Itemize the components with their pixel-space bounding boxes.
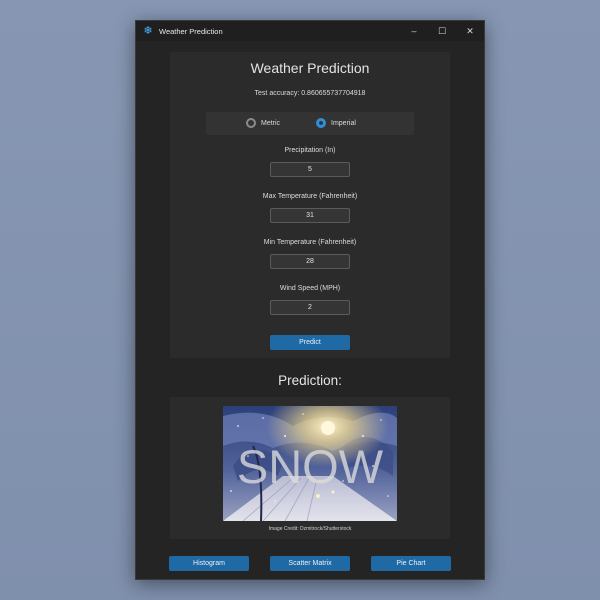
snow-image: SNOW	[223, 406, 397, 521]
metric-radio[interactable]: Metric	[246, 118, 280, 128]
app-window: ❄ Weather Prediction – ☐ ✕ Weather Predi…	[135, 20, 485, 580]
min-temp-label: Min Temperature (Fahrenheit)	[263, 239, 357, 246]
radio-checked-icon	[316, 118, 326, 128]
precipitation-input[interactable]	[270, 162, 350, 177]
unit-selector: Metric Imperial	[206, 112, 414, 135]
precipitation-label: Precipitation (In)	[284, 147, 336, 154]
metric-radio-label: Metric	[261, 119, 281, 127]
window-title: Weather Prediction	[159, 26, 223, 36]
accuracy-text: Test accuracy: 0.860655737704918	[254, 90, 366, 97]
wind-speed-input[interactable]	[270, 300, 350, 315]
title-bar[interactable]: ❄ Weather Prediction – ☐ ✕	[136, 21, 484, 41]
imperial-radio[interactable]: Imperial	[316, 118, 356, 128]
max-temp-input[interactable]	[270, 208, 350, 223]
wind-speed-label: Wind Speed (MPH)	[279, 285, 341, 292]
histogram-button[interactable]: Histogram	[169, 556, 249, 571]
snowflake-icon: ❄	[143, 25, 153, 37]
window-controls: – ☐ ✕	[400, 21, 484, 41]
close-button[interactable]: ✕	[456, 21, 484, 41]
prediction-heading: Prediction:	[278, 373, 342, 388]
input-form-panel: Weather Prediction Test accuracy: 0.8606…	[170, 52, 450, 358]
prediction-result: SNOW	[237, 440, 384, 493]
min-temp-input[interactable]	[270, 254, 350, 269]
maximize-button[interactable]: ☐	[428, 21, 456, 41]
predict-button[interactable]: Predict	[270, 335, 350, 350]
scatter-matrix-button[interactable]: Scatter Matrix	[270, 556, 350, 571]
radio-unchecked-icon	[246, 118, 256, 128]
pie-chart-button[interactable]: Pie Chart	[371, 556, 451, 571]
form-title: Weather Prediction	[250, 60, 370, 76]
max-temp-label: Max Temperature (Fahrenheit)	[262, 193, 358, 200]
imperial-radio-label: Imperial	[331, 119, 356, 127]
minimize-button[interactable]: –	[400, 21, 428, 41]
prediction-panel: SNOW Image Credit: Dzmitrock/Shutterstoc…	[170, 397, 450, 539]
image-credit: Image Credit: Dzmitrock/Shutterstock	[268, 526, 352, 532]
